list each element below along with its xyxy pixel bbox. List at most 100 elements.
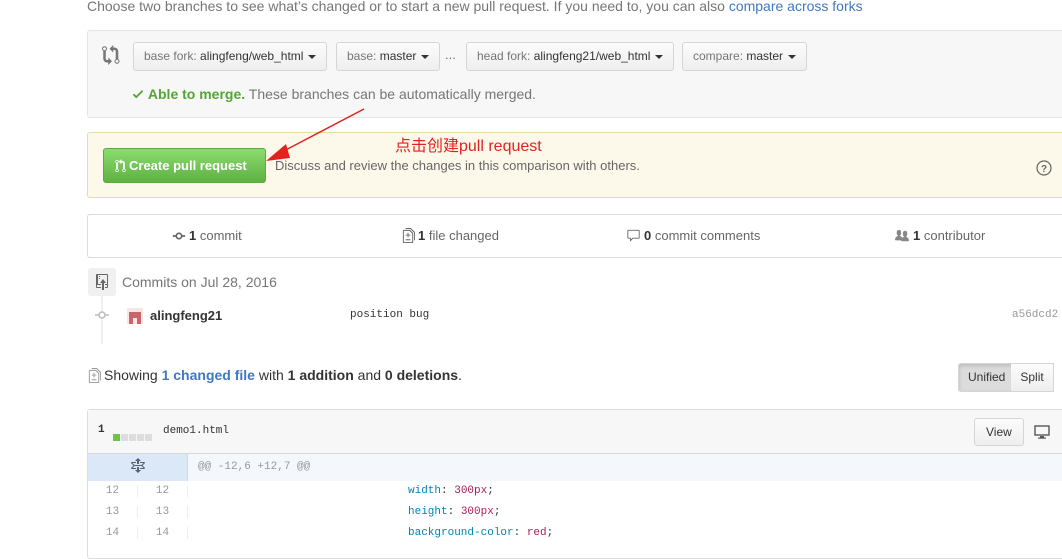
summary-with: with <box>258 367 284 383</box>
base-label: base: <box>347 49 377 63</box>
diff-line: 12 12 width: 300px; <box>88 481 1062 502</box>
base-value: master <box>379 49 417 63</box>
svg-text:?: ? <box>1041 164 1047 175</box>
create-pr-box: Create pull request Discuss and review t… <box>87 132 1062 198</box>
summary-and: and <box>357 367 382 383</box>
caret-down-icon <box>655 54 664 59</box>
comments-label: commit comments <box>654 228 761 243</box>
check-icon <box>132 90 144 99</box>
css-property: height <box>408 506 448 518</box>
summary-prefix: Showing <box>104 367 158 383</box>
head-fork-label: head fork: <box>477 49 531 63</box>
diff-line: 13 13 height: 300px; <box>88 502 1062 523</box>
new-line-number[interactable]: 13 <box>138 506 188 518</box>
hunk-header-text: @@ -12,6 +12,7 @@ <box>198 461 311 473</box>
contributors-tab[interactable]: 1 contributor <box>894 228 985 243</box>
create-pull-request-button[interactable]: Create pull request <box>103 148 266 183</box>
diff-line: 14 14 background-color: red; <box>88 523 1062 544</box>
compare-intro: Choose two branches to see what’s change… <box>87 0 863 14</box>
commit-sha-link[interactable]: a56dcd2 <box>1012 309 1058 321</box>
commit-author-link[interactable]: alingfeng21 <box>150 308 222 323</box>
git-compare-icon <box>102 45 120 65</box>
range-editor: base fork: alingfeng/web_html base: mast… <box>87 30 1062 118</box>
changed-files-link[interactable]: 1 changed file <box>162 367 255 383</box>
hunk-gutter <box>88 454 188 481</box>
code-line: background-color: red; <box>408 527 554 539</box>
desktop-icon[interactable] <box>1034 424 1050 440</box>
commits-tab[interactable]: 1 commit <box>172 228 242 243</box>
merge-ok-text: Able to merge. <box>147 86 246 102</box>
files-count: 1 <box>418 228 426 243</box>
avatar[interactable] <box>127 308 143 324</box>
split-view-button[interactable]: Split <box>1011 363 1054 392</box>
base-fork-label: base fork: <box>144 49 197 63</box>
contributors-label: contributor <box>923 228 986 243</box>
merge-status: Able to merge. These branches can be aut… <box>132 86 536 102</box>
files-label: file changed <box>428 228 499 243</box>
diff-view-toggle: Unified Split <box>958 363 1054 392</box>
commit-node-icon <box>95 311 109 319</box>
file-diff-icon <box>402 228 416 243</box>
compare-across-forks-link[interactable]: compare across forks <box>729 0 863 14</box>
commits-label: commit <box>199 228 242 243</box>
file-diff: 1 demo1.html View @@ -12,6 +12,7 @@ 12 1… <box>87 409 1062 559</box>
commit-date-heading: Commits on Jul 28, 2016 <box>122 274 277 290</box>
new-line-number[interactable]: 14 <box>138 527 188 539</box>
diff-summary: Showing 1 changed file with 1 addition a… <box>88 367 462 383</box>
files-changed-tab[interactable]: 1 file changed <box>402 228 499 243</box>
diffstat-bar <box>113 428 153 444</box>
base-branch-select[interactable]: base: master <box>336 42 441 71</box>
repo-push-icon <box>96 274 108 290</box>
compare-branch-select[interactable]: compare: master <box>682 42 808 71</box>
comment-icon <box>627 229 640 242</box>
old-line-number[interactable]: 14 <box>88 527 138 539</box>
file-change-count: 1 <box>98 424 105 436</box>
commit-comments-tab[interactable]: 0 commit comments <box>626 228 760 243</box>
question-icon[interactable]: ? <box>1036 160 1052 176</box>
new-line-number[interactable]: 12 <box>138 485 188 497</box>
unfold-icon[interactable] <box>130 458 146 474</box>
comments-count: 0 <box>644 228 652 243</box>
caret-down-icon <box>788 54 797 59</box>
git-pull-request-icon <box>115 159 126 173</box>
summary-end: . <box>458 367 462 383</box>
commit-group-icon <box>88 268 116 296</box>
code-line: width: 300px; <box>408 485 494 497</box>
old-line-number[interactable]: 12 <box>88 485 138 497</box>
base-fork-select[interactable]: base fork: alingfeng/web_html <box>133 42 328 71</box>
commit-group: Commits on Jul 28, 2016 alingfeng21 posi… <box>88 268 1062 348</box>
file-header: 1 demo1.html View <box>88 410 1062 454</box>
people-icon <box>895 229 909 242</box>
css-property: width <box>408 485 442 497</box>
code-line: height: 300px; <box>408 506 501 518</box>
contributors-count: 1 <box>913 228 921 243</box>
head-fork-value: alingfeng21/web_html <box>533 49 651 63</box>
create-pr-label: Create pull request <box>129 158 247 173</box>
file-diff-icon <box>88 368 102 383</box>
css-value: 300px <box>454 485 488 497</box>
overall-summary: 1 commit 1 file changed 0 commit comment… <box>87 214 1062 258</box>
view-file-button[interactable]: View <box>974 418 1024 446</box>
commits-count: 1 <box>189 228 197 243</box>
range-separator: ... <box>445 47 456 62</box>
head-fork-select[interactable]: head fork: alingfeng21/web_html <box>466 42 675 71</box>
css-value: 300px <box>460 506 494 518</box>
annotation-arrow <box>266 108 365 161</box>
merge-note: These branches can be automatically merg… <box>248 86 536 102</box>
commit-message-link[interactable]: position bug <box>350 309 429 321</box>
annotation-text: 点击创建pull request <box>395 138 542 155</box>
file-name-link[interactable]: demo1.html <box>163 425 229 437</box>
old-line-number[interactable]: 13 <box>88 506 138 518</box>
additions-count: 1 addition <box>287 367 354 383</box>
deletions-count: 0 deletions <box>384 367 459 383</box>
compare-label: compare: <box>693 49 744 63</box>
intro-text: Choose two branches to see what’s change… <box>87 0 729 14</box>
compare-value: master <box>746 49 784 63</box>
css-value: red <box>526 527 547 539</box>
caret-down-icon <box>308 54 317 59</box>
hunk-header: @@ -12,6 +12,7 @@ <box>88 454 1062 481</box>
unified-view-button[interactable]: Unified <box>958 363 1016 392</box>
css-property: background-color <box>408 527 514 539</box>
git-commit-icon <box>172 232 186 240</box>
base-fork-value: alingfeng/web_html <box>200 49 304 63</box>
